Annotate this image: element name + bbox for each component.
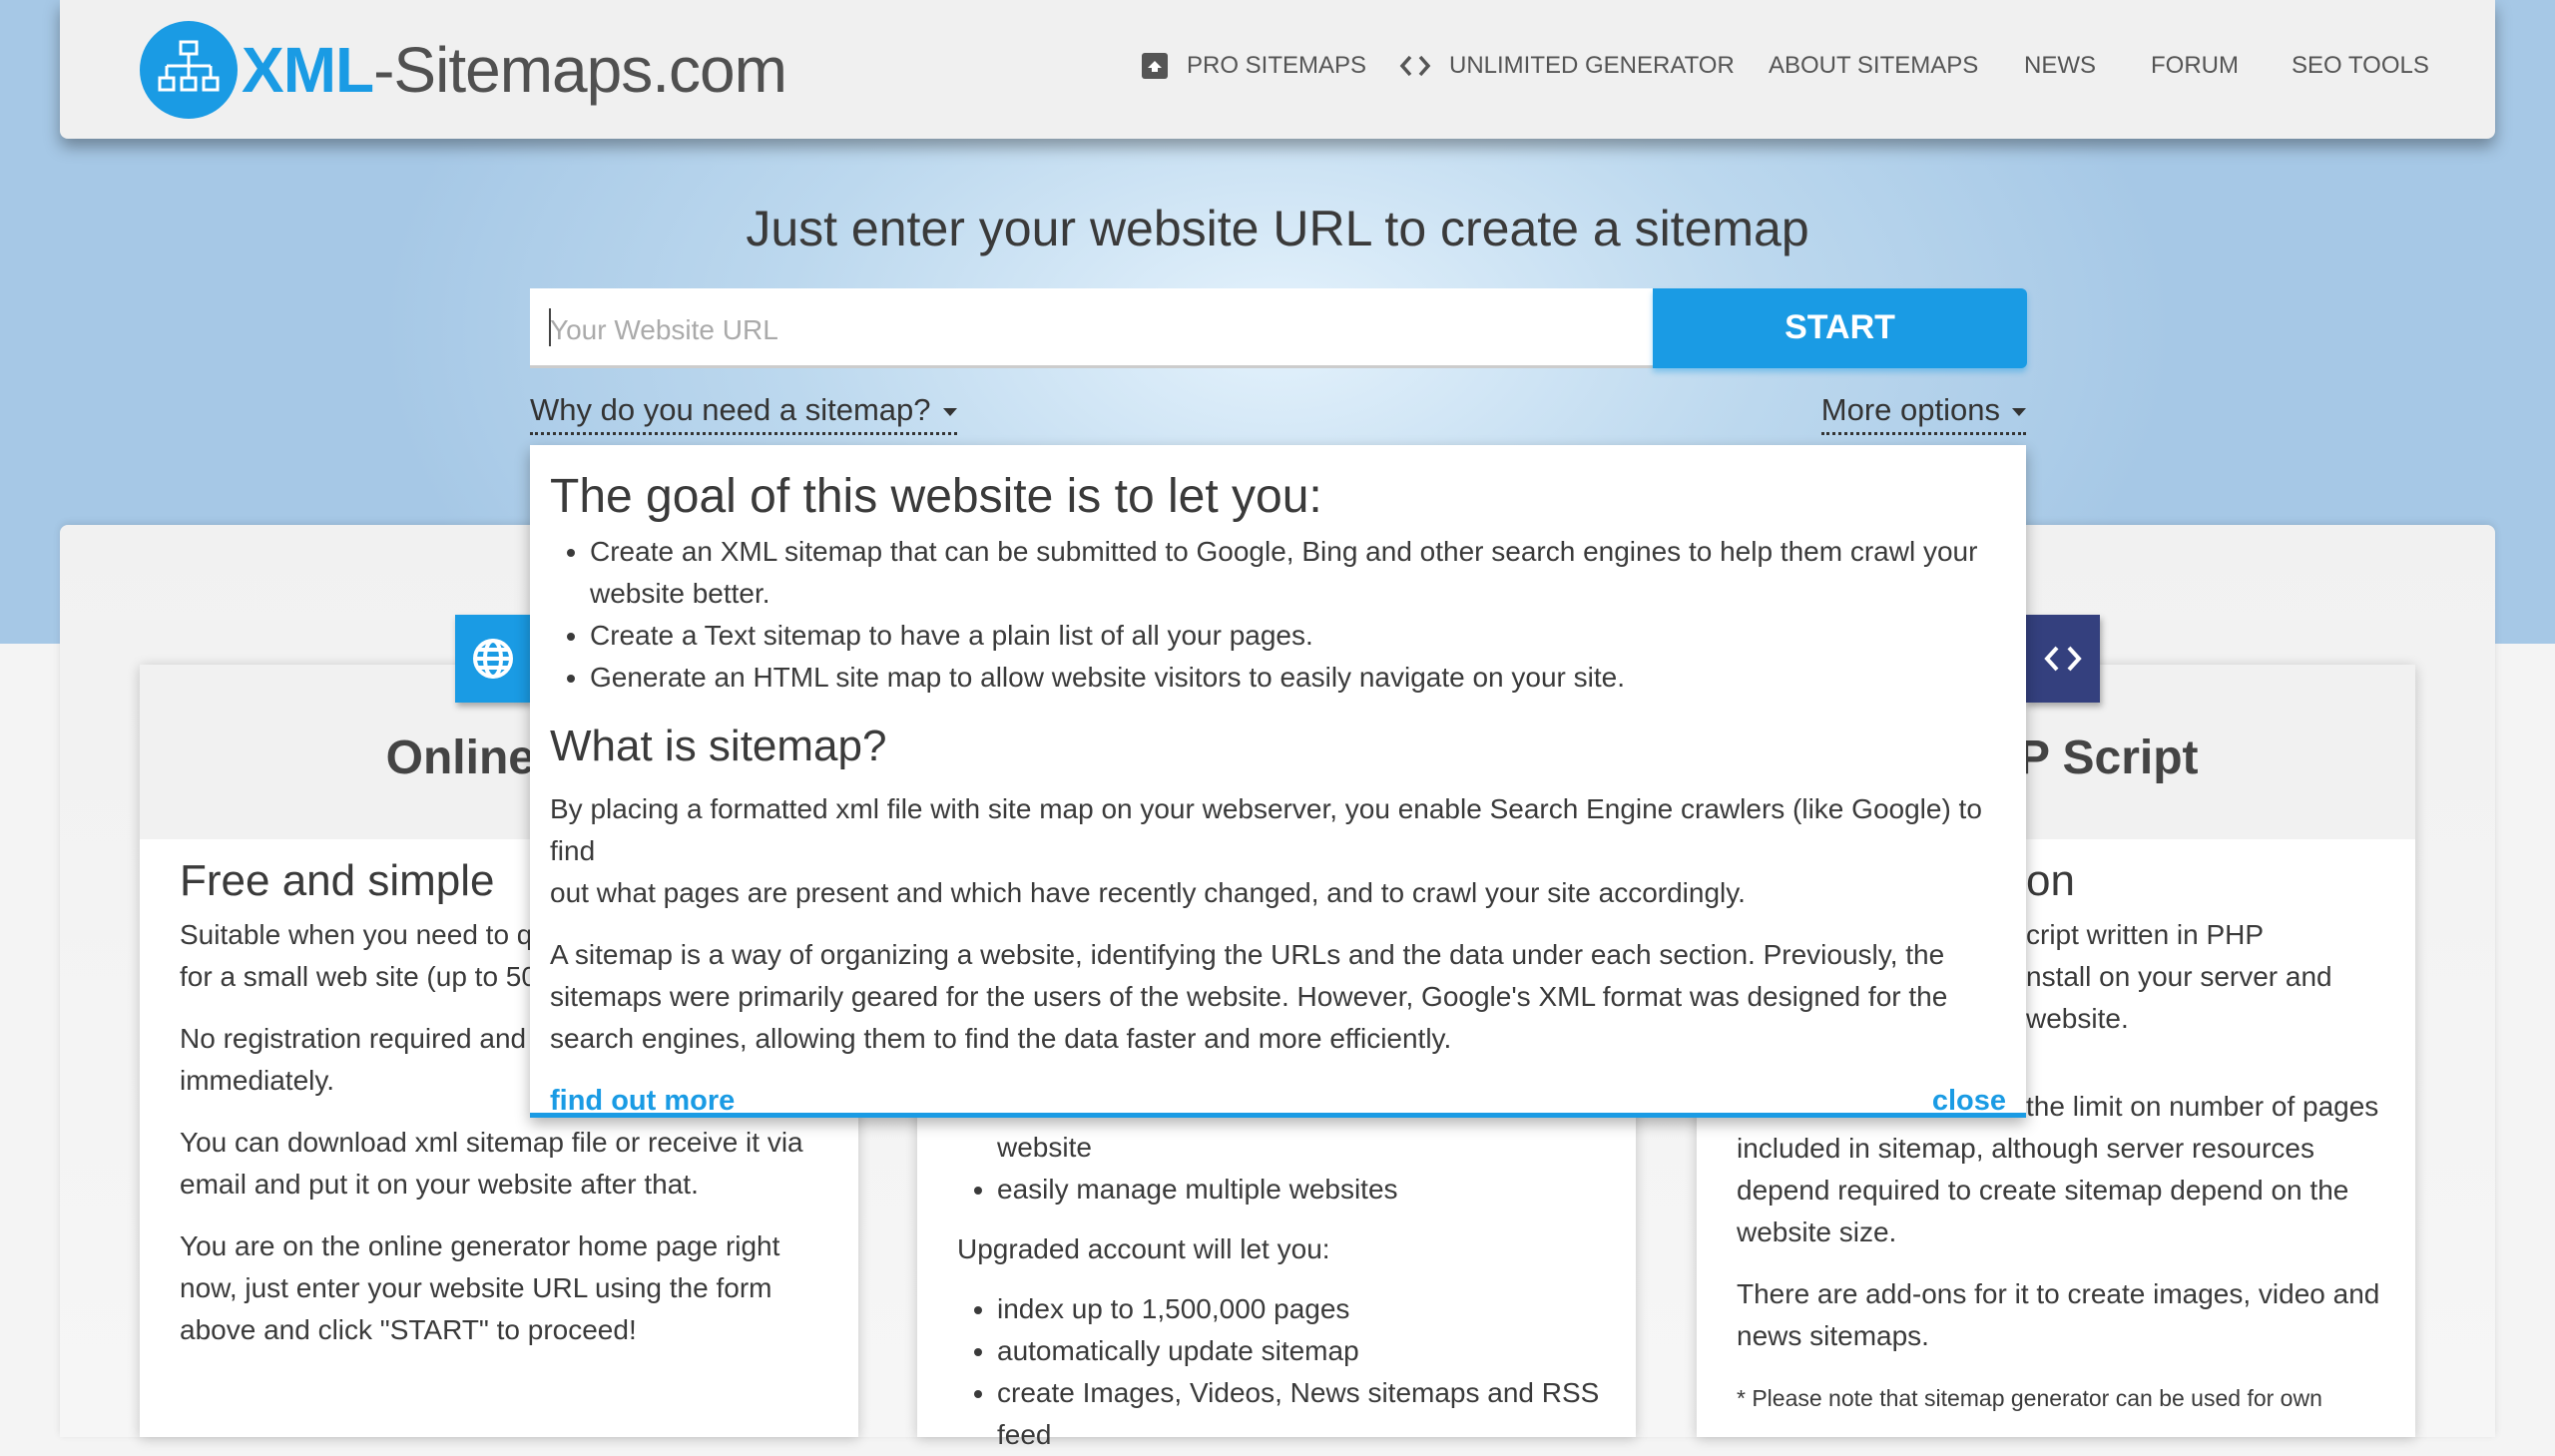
globe-icon bbox=[455, 615, 530, 703]
code-icon bbox=[2025, 615, 2100, 703]
list-item: easily manage multiple websites bbox=[997, 1169, 1599, 1211]
find-out-more-link[interactable]: find out more bbox=[550, 1080, 735, 1122]
nav-label: UNLIMITED GENERATOR bbox=[1449, 52, 1735, 79]
text-line: included in sitemap, although server res… bbox=[1737, 1133, 2314, 1164]
text-line: out what pages are present and which hav… bbox=[550, 877, 1746, 908]
dropdown-label: More options bbox=[1820, 392, 2000, 427]
list-item: automatically update sitemap bbox=[997, 1330, 1599, 1372]
nav-label: PRO SITEMAPS bbox=[1187, 52, 1367, 79]
text-caret bbox=[549, 308, 551, 346]
list-item: create Images, Videos, News sitemaps and… bbox=[997, 1377, 1600, 1408]
goal-list: Create an XML sitemap that can be submit… bbox=[590, 531, 2006, 699]
text-line: website. bbox=[2026, 1003, 2129, 1034]
nav-about-sitemaps[interactable]: ABOUT SITEMAPS bbox=[1769, 52, 1978, 80]
card-body: on cript written in PHP nstall on your se… bbox=[2026, 856, 2332, 1040]
text-line: search engines, allowing them to find th… bbox=[550, 1023, 1452, 1054]
card-subtitle: on bbox=[2026, 856, 2075, 905]
text-line: news sitemaps. bbox=[1737, 1320, 1929, 1351]
code-icon bbox=[1399, 54, 1431, 78]
upload-box-icon bbox=[1141, 52, 1169, 80]
text-line: now, just enter your website URL using t… bbox=[180, 1272, 772, 1303]
text-line: No registration required and y bbox=[180, 1023, 548, 1054]
popup-links: find out more close bbox=[550, 1080, 2006, 1122]
logo[interactable]: XML-Sitemaps.com bbox=[140, 20, 787, 120]
text-line: immediately. bbox=[180, 1065, 335, 1096]
why-sitemap-popup: The goal of this website is to let you: … bbox=[530, 445, 2026, 1118]
list-item: Generate an HTML site map to allow websi… bbox=[590, 657, 2006, 699]
text-line: depend required to create sitemap depend… bbox=[1737, 1175, 2349, 1206]
text-line: You can download xml sitemap file or rec… bbox=[180, 1127, 803, 1158]
nav-label: SEO TOOLS bbox=[2292, 52, 2429, 79]
text-line: A sitemap is a way of organizing a websi… bbox=[550, 939, 1945, 970]
url-input[interactable]: Your Website URL bbox=[530, 288, 1653, 368]
nav-seo-tools[interactable]: SEO TOOLS bbox=[2292, 52, 2429, 80]
nav-pro-sitemaps[interactable]: PRO SITEMAPS bbox=[1141, 52, 1366, 80]
text-line: feed bbox=[997, 1419, 1052, 1450]
text-line: for a small web site (up to 50 bbox=[180, 961, 537, 992]
text-line: Suitable when you need to qu bbox=[180, 919, 548, 950]
sitemap-tree-icon bbox=[140, 21, 238, 119]
card-body-lower: the limit on number of pages included in … bbox=[1737, 1086, 2379, 1419]
logo-text: XML-Sitemaps.com bbox=[242, 34, 787, 106]
card-title: P Script bbox=[2018, 731, 2199, 784]
text-line: Upgraded account will let you: bbox=[957, 1233, 1330, 1264]
list-item: Create an XML sitemap that can be submit… bbox=[590, 536, 1978, 567]
nav-forum[interactable]: FORUM bbox=[2151, 52, 2239, 80]
text-line: website size. bbox=[1737, 1216, 1897, 1247]
why-sitemap-dropdown[interactable]: Why do you need a sitemap? bbox=[530, 392, 957, 435]
text-line: above and click "START" to proceed! bbox=[180, 1314, 637, 1345]
text-line: nstall on your server and bbox=[2026, 961, 2332, 992]
start-button[interactable]: START bbox=[1653, 288, 2027, 368]
text-line: By placing a formatted xml file with sit… bbox=[550, 793, 1982, 866]
list-item: Create a Text sitemap to have a plain li… bbox=[590, 615, 2006, 657]
footnote: * Please note that sitemap generator can… bbox=[1737, 1385, 2322, 1411]
popup-subheading: What is sitemap? bbox=[550, 722, 887, 770]
text-line: website bbox=[997, 1132, 1092, 1163]
url-placeholder: Your Website URL bbox=[550, 314, 778, 345]
close-link[interactable]: close bbox=[1932, 1080, 2006, 1122]
dropdown-label: Why do you need a sitemap? bbox=[530, 392, 931, 427]
popup-heading: The goal of this website is to let you: bbox=[550, 470, 1322, 523]
nav-label: FORUM bbox=[2151, 52, 2239, 79]
card-body: website easily manage multiple websites … bbox=[957, 1127, 1599, 1456]
text-line: the limit on number of pages bbox=[2026, 1091, 2379, 1122]
nav-news[interactable]: NEWS bbox=[2024, 52, 2096, 80]
more-options-dropdown[interactable]: More options bbox=[1820, 392, 2026, 435]
nav-label: NEWS bbox=[2024, 52, 2096, 79]
list-item-cont: website better. bbox=[590, 578, 770, 609]
caret-down-icon bbox=[2012, 407, 2026, 416]
list-item: index up to 1,500,000 pages bbox=[997, 1288, 1599, 1330]
hero-title: Just enter your website URL to create a … bbox=[746, 201, 1809, 256]
text-line: email and put it on your website after t… bbox=[180, 1169, 699, 1200]
text-line: You are on the online generator home pag… bbox=[180, 1230, 780, 1261]
nav-label: ABOUT SITEMAPS bbox=[1769, 52, 1979, 79]
text-line: cript written in PHP bbox=[2026, 919, 2265, 950]
nav-unlimited-generator[interactable]: UNLIMITED GENERATOR bbox=[1399, 52, 1735, 80]
text-line: sitemaps were primarily geared for the u… bbox=[550, 981, 1948, 1012]
text-line: There are add-ons for it to create image… bbox=[1737, 1278, 2380, 1309]
caret-down-icon bbox=[942, 407, 957, 416]
